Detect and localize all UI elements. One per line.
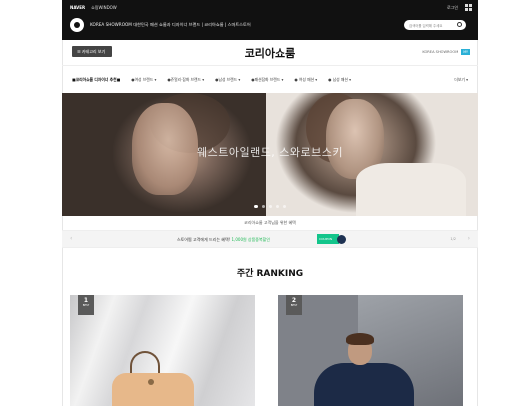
carousel-dot[interactable] [283,205,286,208]
nav-item-men-brand[interactable]: ●남성 브랜드 ▾ [215,77,240,83]
promo-page-indicator: 1/2 [450,237,456,241]
hero-banner[interactable]: 웨스트아일랜드, 스와로브스키 [62,93,478,216]
page-title[interactable]: 코리아쇼룸 [62,45,478,61]
search-icon[interactable] [457,22,462,27]
chevron-left-icon[interactable]: ‹ [70,235,72,242]
nav-item-women-brand[interactable]: ●여성 브랜드 ▾ [131,77,156,83]
rank-number: 1 [83,297,89,304]
store-logo[interactable] [70,18,84,32]
search-placeholder: 검색어를 입력해 주세요 [409,24,443,28]
store-title: KOREA SHOWROOM 대한민국 패션 쇼룸과 디자이너 브랜드 | 코리… [90,22,251,27]
nav-item-jewelry-brand[interactable]: ●쥬얼리·잡화 브랜드 ▾ [167,77,204,83]
ranking-card[interactable]: 2 BEST [278,295,463,406]
carousel-dot[interactable] [269,205,272,208]
promo-text-main: 스토어찜 고객에게 드리는 혜택! [177,237,232,242]
shopping-window-link[interactable]: 쇼핑WINDOW [91,5,117,11]
carousel-dot[interactable] [254,205,258,208]
nav-item-men-fashion[interactable]: ● 남성 패션 ▾ [328,77,351,83]
rank-badge: 2 BEST [286,295,302,315]
search-input[interactable]: 검색어를 입력해 주세요 [404,20,466,30]
rank-label: BEST [82,304,90,307]
carousel-dots [62,205,478,208]
product-image-jacket [314,363,414,406]
promo-text: 스토어찜 고객에게 드리는 혜택! 1,000원 상품중복할인 [177,237,270,243]
brand-text: KOREA SHOWROOM [422,50,459,54]
nav-item-recommend[interactable]: ■코리아쇼룸 디자이너 추천■ [72,77,120,83]
rank-label: BEST [290,304,298,307]
store-header: ☰ 카테고리 보기 코리아쇼룸 KOREA SHOWROOM MY [62,40,478,66]
category-nav: ■코리아쇼룸 디자이너 추천■ ●여성 브랜드 ▾ ●쥬얼리·잡화 브랜드 ▾ … [62,66,478,94]
ranking-title: 주간 RANKING [236,269,304,279]
hero-caption: 웨스트아일랜드, 스와로브스키 [196,146,344,159]
my-badge[interactable]: MY [461,49,470,55]
carousel-dot[interactable] [262,205,265,208]
bag-clasp [148,379,154,385]
login-link[interactable]: 로그인 [447,5,458,11]
chevron-right-icon[interactable]: › [468,235,470,242]
ranking-card[interactable]: 1 BEST [70,295,255,406]
header-right: KOREA SHOWROOM MY [422,49,470,55]
promo-highlight: 1,000원 상품중복할인 [231,237,271,242]
model-hair [346,333,374,345]
nav-more[interactable]: 더보기 ▾ [454,77,468,83]
top-bar: NAVER 쇼핑WINDOW 로그인 KOREA SHOWROOM 대한민국 패… [62,0,478,40]
carousel-dot[interactable] [276,205,279,208]
rank-number: 2 [291,297,297,304]
coupon-icon [337,235,346,244]
apps-grid-icon[interactable] [465,4,472,11]
top-links: NAVER 쇼핑WINDOW [70,5,117,11]
naver-logo[interactable]: NAVER [70,5,85,11]
promo-bar[interactable]: ‹ 스토어찜 고객에게 드리는 혜택! 1,000원 상품중복할인 COUPON… [62,230,478,248]
coupon-button[interactable]: COUPON [317,234,339,244]
nav-item-accessory-brand[interactable]: ●패션잡화 브랜드 ▾ [251,77,283,83]
hero-shirt-right [356,163,466,216]
nav-item-women-fashion[interactable]: ● 여성 패션 ▾ [294,77,317,83]
rank-badge: 1 BEST [78,295,94,315]
benefit-heading: 코리아쇼룸 고객님을 위한 혜택 [244,220,296,225]
product-image-bag [112,373,194,406]
